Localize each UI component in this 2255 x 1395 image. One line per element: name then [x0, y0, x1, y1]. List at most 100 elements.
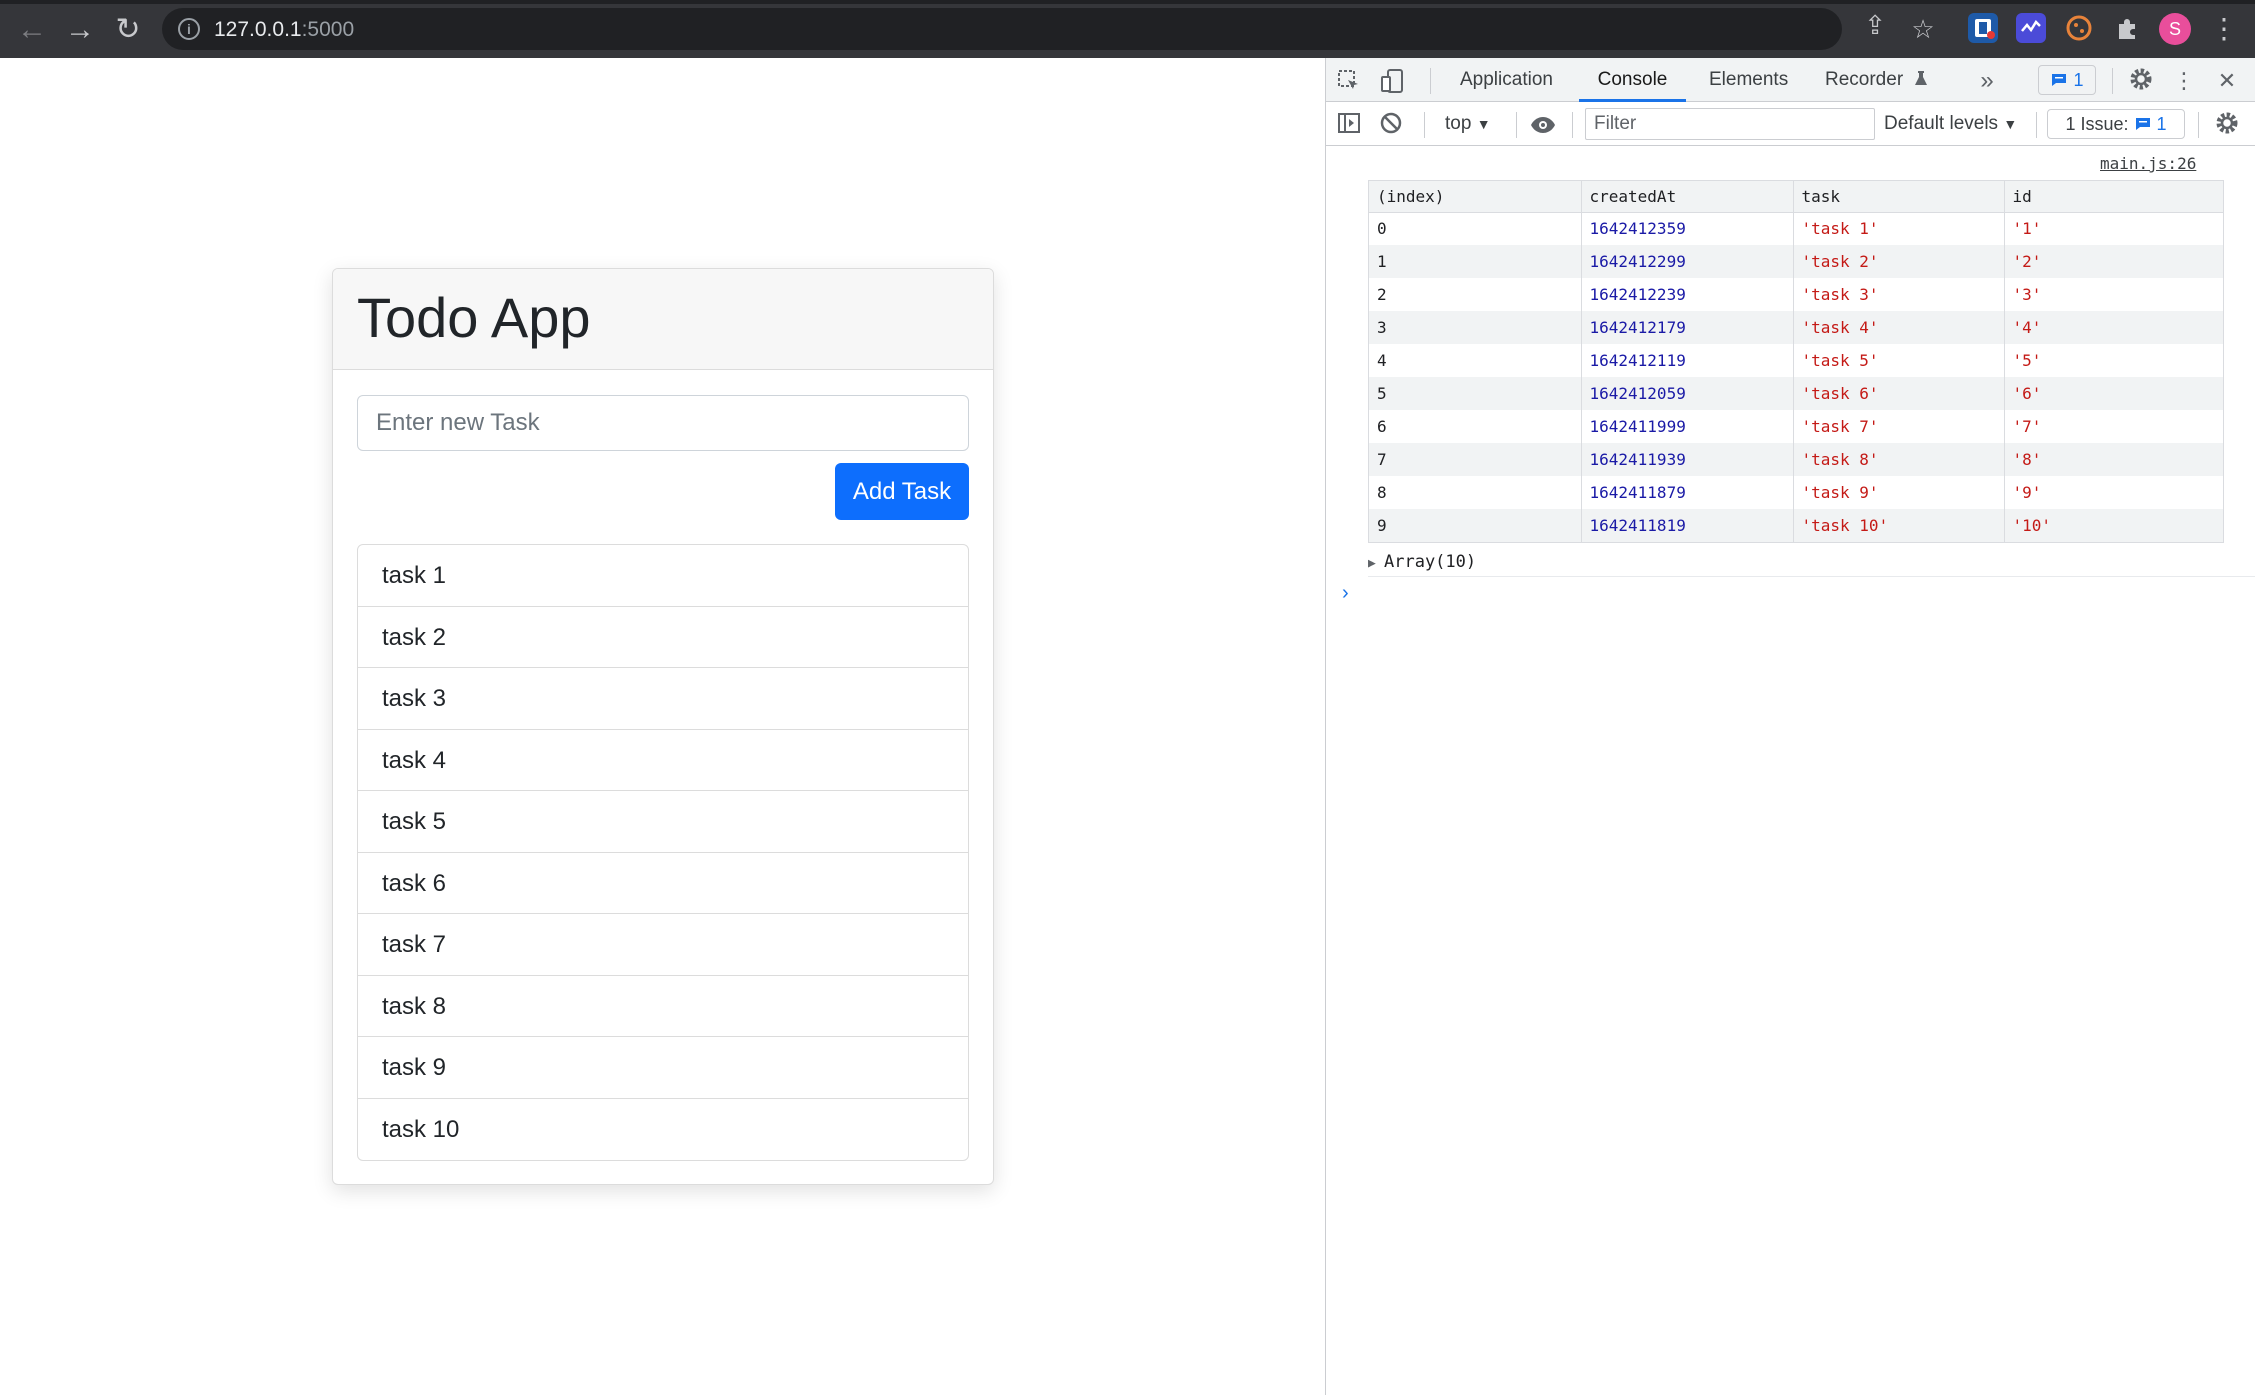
tab-strip-edge [0, 0, 2255, 4]
devtools-main-toolbar: Application Console Elements Recorder » … [1326, 58, 2255, 102]
console-prompt-icon[interactable]: › [1342, 578, 1362, 608]
sidebar-icon [1338, 113, 1360, 133]
array-summary[interactable]: ▶ Array(10) [1368, 547, 2255, 577]
cell-task: 'task 10' [1793, 509, 2005, 542]
reload-button[interactable]: ↻ [108, 10, 148, 50]
array-summary-label: Array(10) [1384, 552, 1477, 572]
reload-icon: ↻ [115, 13, 141, 46]
url-port: :5000 [301, 18, 355, 41]
context-value: top [1445, 113, 1472, 134]
issues-button[interactable]: 1 Issue: 1 [2047, 109, 2185, 139]
inspect-element-button[interactable] [1334, 66, 1364, 96]
gear-icon [2130, 68, 2152, 90]
cell-createdat: 1642411819 [1581, 509, 1794, 542]
extensions-button[interactable] [2112, 13, 2142, 43]
devtools-panel: Application Console Elements Recorder » … [1325, 58, 2255, 1395]
bookmark-star-icon[interactable]: ☆ [1906, 12, 1940, 46]
card-header: Todo App [333, 269, 993, 370]
task-item[interactable]: task 6 [358, 853, 968, 914]
console-data-table: (index) createdAt task id 0 1642412359'ta… [1369, 181, 2223, 542]
cell-task: 'task 6' [1793, 377, 2005, 410]
cell-id: '8' [2004, 443, 2223, 476]
table-row: 8 1642411879'task 9' '9' [1369, 476, 2223, 509]
cell-createdat: 1642412299 [1581, 245, 1794, 278]
cell-id: '1' [2012, 219, 2042, 239]
table-row: 1 1642412299'task 2' '2' [1369, 245, 2223, 278]
issues-count: 1 [2156, 114, 2167, 134]
cell-task: 'task 5' [1793, 344, 2005, 377]
task-item[interactable]: task 5 [358, 791, 968, 853]
url-text[interactable]: 127.0.0.1:5000 [214, 18, 354, 42]
password-extension-icon[interactable] [1968, 13, 1998, 43]
table-header-row: (index) createdAt task id [1369, 181, 2223, 213]
pulse-icon [2021, 20, 2041, 33]
task-item[interactable]: task 3 [358, 668, 968, 730]
table-row: 9 1642411819'task 10' '10' [1369, 509, 2223, 542]
new-task-input[interactable] [357, 395, 969, 451]
task-item[interactable]: task 2 [358, 607, 968, 668]
cell-index: 8 [1369, 476, 1582, 509]
cell-index: 7 [1369, 443, 1582, 476]
url-host: 127.0.0.1 [214, 18, 302, 41]
cell-index: 1 [1369, 245, 1582, 278]
devtools-menu-icon[interactable]: ⋮ [2169, 66, 2199, 96]
cell-createdat: 1642412179 [1581, 311, 1794, 344]
task-item[interactable]: task 9 [358, 1037, 968, 1099]
cookie-extension-icon[interactable] [2064, 13, 2094, 43]
clear-console-button[interactable] [1376, 110, 1406, 140]
task-list: task 1 task 2 task 3 task 4 task 5 task … [357, 544, 969, 1161]
column-header-index[interactable]: (index) [1369, 181, 1582, 213]
task-item[interactable]: task 7 [358, 914, 968, 976]
cell-createdat: 1642411879 [1581, 476, 1794, 509]
task-item[interactable]: task 1 [358, 545, 968, 607]
more-tabs-icon[interactable]: » [1972, 66, 2002, 96]
tab-console[interactable]: Console [1579, 58, 1686, 102]
cell-index: 5 [1369, 377, 1582, 410]
tab-application[interactable]: Application [1460, 58, 1553, 102]
table-row: 4 1642412119'task 5' '5' [1369, 344, 2223, 377]
tab-recorder[interactable]: Recorder [1825, 58, 1930, 102]
device-toolbar-button[interactable] [1378, 66, 1408, 96]
add-task-button[interactable]: Add Task [835, 463, 969, 520]
task-item[interactable]: task 10 [358, 1099, 968, 1161]
column-header-id[interactable]: id [2004, 181, 2223, 213]
expand-triangle-icon[interactable]: ▶ [1368, 549, 1384, 579]
share-icon[interactable]: ⇪ [1858, 8, 1892, 42]
log-levels-value: Default levels [1884, 113, 1999, 134]
site-info-icon[interactable]: i [178, 18, 200, 40]
devtools-settings-icon[interactable] [2126, 66, 2156, 96]
console-filter-input[interactable] [1585, 108, 1875, 140]
eye-icon [1531, 117, 1555, 133]
chart-extension-icon[interactable] [2016, 13, 2046, 43]
task-item[interactable]: task 8 [358, 976, 968, 1037]
cell-id: '2' [2004, 245, 2223, 278]
cell-task: 'task 1' [1793, 212, 2005, 245]
close-devtools-icon[interactable]: ✕ [2212, 66, 2242, 96]
cell-index: 2 [1369, 278, 1582, 311]
todo-card: Todo App Add Task task 1 task 2 task 3 t… [332, 268, 994, 1185]
log-levels-dropdown[interactable]: Default levels ▼ [1884, 102, 2017, 146]
column-header-createdat[interactable]: createdAt [1581, 181, 1794, 213]
back-arrow-icon: ← [17, 13, 47, 46]
source-link[interactable]: main.js:26 [2100, 154, 2196, 173]
cell-createdat: 1642412359 [1581, 212, 1794, 245]
tab-elements[interactable]: Elements [1709, 58, 1788, 102]
cell-createdat: 1642412119 [1581, 344, 1794, 377]
toolbar-divider [1430, 68, 1431, 94]
cell-id: '7' [2012, 417, 2042, 436]
table-row: 0 1642412359'task 1' '1' [1369, 212, 2223, 245]
messages-badge[interactable]: 1 [2038, 65, 2096, 95]
back-button[interactable]: ← [12, 10, 52, 50]
context-selector[interactable]: top ▼ [1445, 102, 1491, 146]
task-item[interactable]: task 4 [358, 730, 968, 791]
sidebar-toggle-button[interactable] [1334, 110, 1364, 140]
address-bar[interactable]: i 127.0.0.1:5000 ⇪ [162, 8, 1886, 50]
column-header-task[interactable]: task [1793, 181, 2005, 213]
messages-count: 1 [2073, 70, 2084, 90]
live-expression-button[interactable] [1528, 110, 1558, 140]
browser-menu-icon[interactable]: ⋮ [2210, 12, 2238, 46]
forward-button[interactable]: → [60, 10, 100, 50]
profile-avatar[interactable]: S [2159, 13, 2191, 45]
table-row: 2 1642412239'task 3' '3' [1369, 278, 2223, 311]
console-settings-icon[interactable] [2212, 110, 2242, 140]
